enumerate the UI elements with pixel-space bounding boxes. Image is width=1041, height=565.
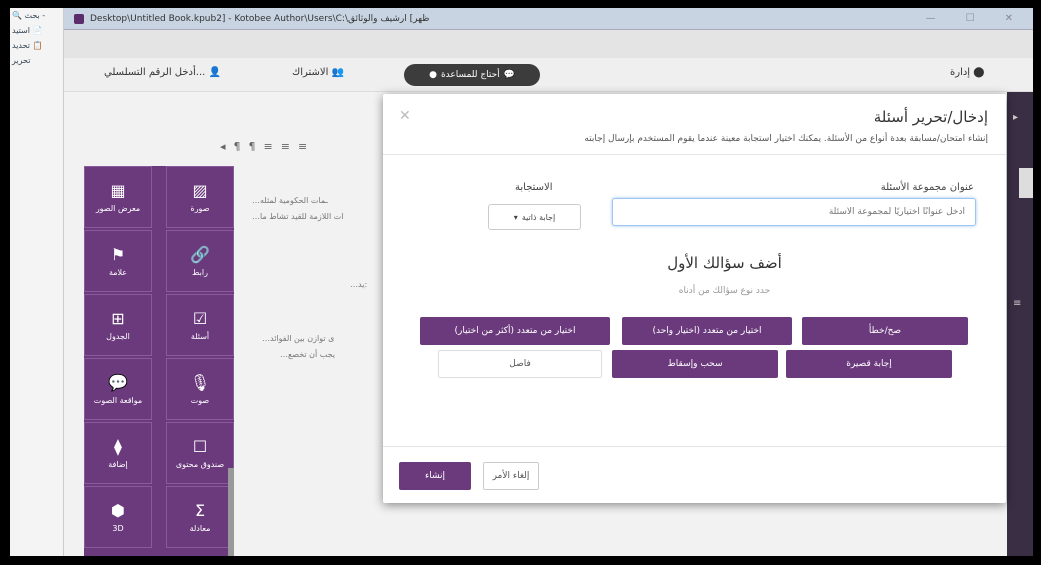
checkbox-icon: ☑ <box>192 309 208 328</box>
left-tool-edit[interactable]: تحرير <box>10 53 63 68</box>
rtl-icon[interactable]: ¶ <box>234 140 241 153</box>
app-window: 🔍 بحث - استيد 📄 تحديد 📋 تحرير Desktop\Un… <box>10 8 1033 556</box>
empty-heading: أضف سؤالك الأول <box>667 254 782 272</box>
align-center-icon[interactable]: ≡ <box>281 140 290 153</box>
tile-questions[interactable]: ☑ أسئلة <box>166 294 234 356</box>
tile-addon[interactable]: ⧫ إضافة <box>84 422 152 484</box>
divider <box>383 154 1006 155</box>
qtype-true-false[interactable]: صح/خطأ <box>802 317 968 345</box>
puzzle-icon: ⧫ <box>114 437 122 456</box>
manage-menu[interactable]: إدارة ⬤ <box>950 67 984 78</box>
empty-subheading: حدد نوع سؤالك من أدناه <box>678 286 771 296</box>
cancel-button[interactable]: إلغاء الأمر <box>483 462 539 490</box>
align-right-icon[interactable]: ≡ <box>264 140 273 153</box>
doc-line: …يد: <box>350 280 368 289</box>
microphone-icon: 🎙 <box>189 373 211 392</box>
link-icon: 🔗 <box>190 245 210 264</box>
menu-icon[interactable]: ≡ <box>1013 298 1021 309</box>
format-toolbar: ◂ ¶ ¶ ≡ ≡ ≡ <box>220 140 307 153</box>
doc-line: …ات اللازمة للقيد تشاط ما <box>252 212 344 221</box>
qtype-short-answer[interactable]: إجابة قصيرة <box>786 350 952 378</box>
title-bar: Desktop\Untitled Book.kpub2] - Kotobee A… <box>64 8 1033 30</box>
tile-audio-sync[interactable]: 💬 مواقعة الصوت <box>84 358 152 420</box>
sigma-icon: Σ <box>194 501 206 520</box>
subscription-menu[interactable]: الاشتراك 👥 <box>292 67 344 78</box>
align-left-icon[interactable]: ≡ <box>298 140 307 153</box>
doc-line: …ـمات الحكومية لمثله <box>252 196 328 205</box>
qtype-mc-multi[interactable]: اختيار من متعدد (أكثر من اختيار) <box>420 317 610 345</box>
minimize-icon[interactable]: — <box>926 13 936 24</box>
box-icon: ☐ <box>192 437 208 456</box>
left-tool-search[interactable]: 🔍 بحث - <box>10 8 63 23</box>
response-select[interactable]: إجابة ذاتية ▾ <box>488 204 581 230</box>
table-icon: ⊞ <box>111 309 125 328</box>
left-tool-import[interactable]: استيد 📄 <box>10 23 63 38</box>
questions-dialog: ✕ إدخال/تحرير أسئلة إنشاء امتحان/مسابقة … <box>383 94 1006 503</box>
arrow-left-icon[interactable]: ◂ <box>220 140 226 153</box>
left-tool-select[interactable]: تحديد 📋 <box>10 38 63 53</box>
group-title-input[interactable] <box>612 198 976 226</box>
left-toolbar: 🔍 بحث - استيد 📄 تحديد 📋 تحرير <box>10 8 64 556</box>
divider <box>383 446 1006 447</box>
users-icon: 👥 <box>331 67 345 78</box>
response-label: الاستجابة <box>515 182 553 193</box>
dialog-description: إنشاء امتحان/مسابقة بعدة أنواع من الأسئل… <box>584 134 988 144</box>
tile-flag[interactable]: ⚑ علامة <box>84 230 152 292</box>
account-icon: ⬤ <box>973 67 985 78</box>
expand-icon[interactable]: ▸ <box>1013 112 1018 123</box>
create-button[interactable]: إنشاء <box>399 462 471 490</box>
user-icon: 👤 <box>208 67 221 78</box>
ribbon-area <box>64 30 1033 58</box>
palette-scrollbar[interactable] <box>228 468 234 556</box>
tile-image[interactable]: ▨ صورة <box>166 166 234 228</box>
serial-menu[interactable]: أدخل الرقم التسلسلي... 👤 <box>104 67 221 78</box>
app-icon <box>74 13 84 24</box>
right-panel-field[interactable] <box>1019 168 1033 198</box>
ltr-icon[interactable]: ¶ <box>249 140 256 153</box>
qtype-drag-drop[interactable]: سحب وإسقاط <box>612 350 778 378</box>
tile-content-box[interactable]: ☐ صندوق محتوى <box>166 422 234 484</box>
tile-gallery[interactable]: ▦ معرض الصور <box>84 166 152 228</box>
info-icon: ● <box>429 70 437 80</box>
group-title-label: عنوان مجموعة الأسئلة <box>880 182 974 193</box>
qtype-separator[interactable]: فاصل <box>438 350 602 378</box>
close-window-icon[interactable]: ✕ <box>1005 13 1013 24</box>
tile-equation[interactable]: Σ معادلة <box>166 486 234 548</box>
window-title: Desktop\Untitled Book.kpub2] - Kotobee A… <box>90 13 430 24</box>
help-tab[interactable]: ● أحتاج للمساعدة 💬 <box>404 64 540 86</box>
right-panel: ▸ ≡ <box>1007 92 1033 556</box>
qtype-mc-single[interactable]: اختيار من متعدد (اختيار واحد) <box>622 317 792 345</box>
tile-link[interactable]: 🔗 رابط <box>166 230 234 292</box>
menu-bar: أدخل الرقم التسلسلي... 👤 الاشتراك 👥 ● أحت… <box>64 58 1033 92</box>
gallery-icon: ▦ <box>110 181 126 200</box>
chat-icon: 💬 <box>108 373 128 392</box>
image-icon: ▨ <box>192 181 208 200</box>
insert-palette: ▨ صورة ▦ معرض الصور 🔗 رابط ⚑ علامة ☑ أسئلة ⊞ ا… <box>84 166 234 556</box>
doc-line: …يجب أن تخصع <box>280 350 336 359</box>
close-icon[interactable]: ✕ <box>399 108 411 124</box>
caret-down-icon: ▾ <box>513 212 518 222</box>
cube-icon: ⬢ <box>111 501 125 520</box>
tile-audio[interactable]: 🎙 صوت <box>166 358 234 420</box>
doc-line: …ى توازن بين الفوائد <box>262 334 335 343</box>
maximize-icon[interactable]: ☐ <box>966 13 975 24</box>
dialog-title: إدخال/تحرير أسئلة <box>873 108 988 126</box>
chat-icon: 💬 <box>503 70 515 80</box>
tile-3d[interactable]: ⬢ 3D <box>84 486 152 548</box>
tile-table[interactable]: ⊞ الجدول <box>84 294 152 356</box>
flag-icon: ⚑ <box>110 245 126 264</box>
